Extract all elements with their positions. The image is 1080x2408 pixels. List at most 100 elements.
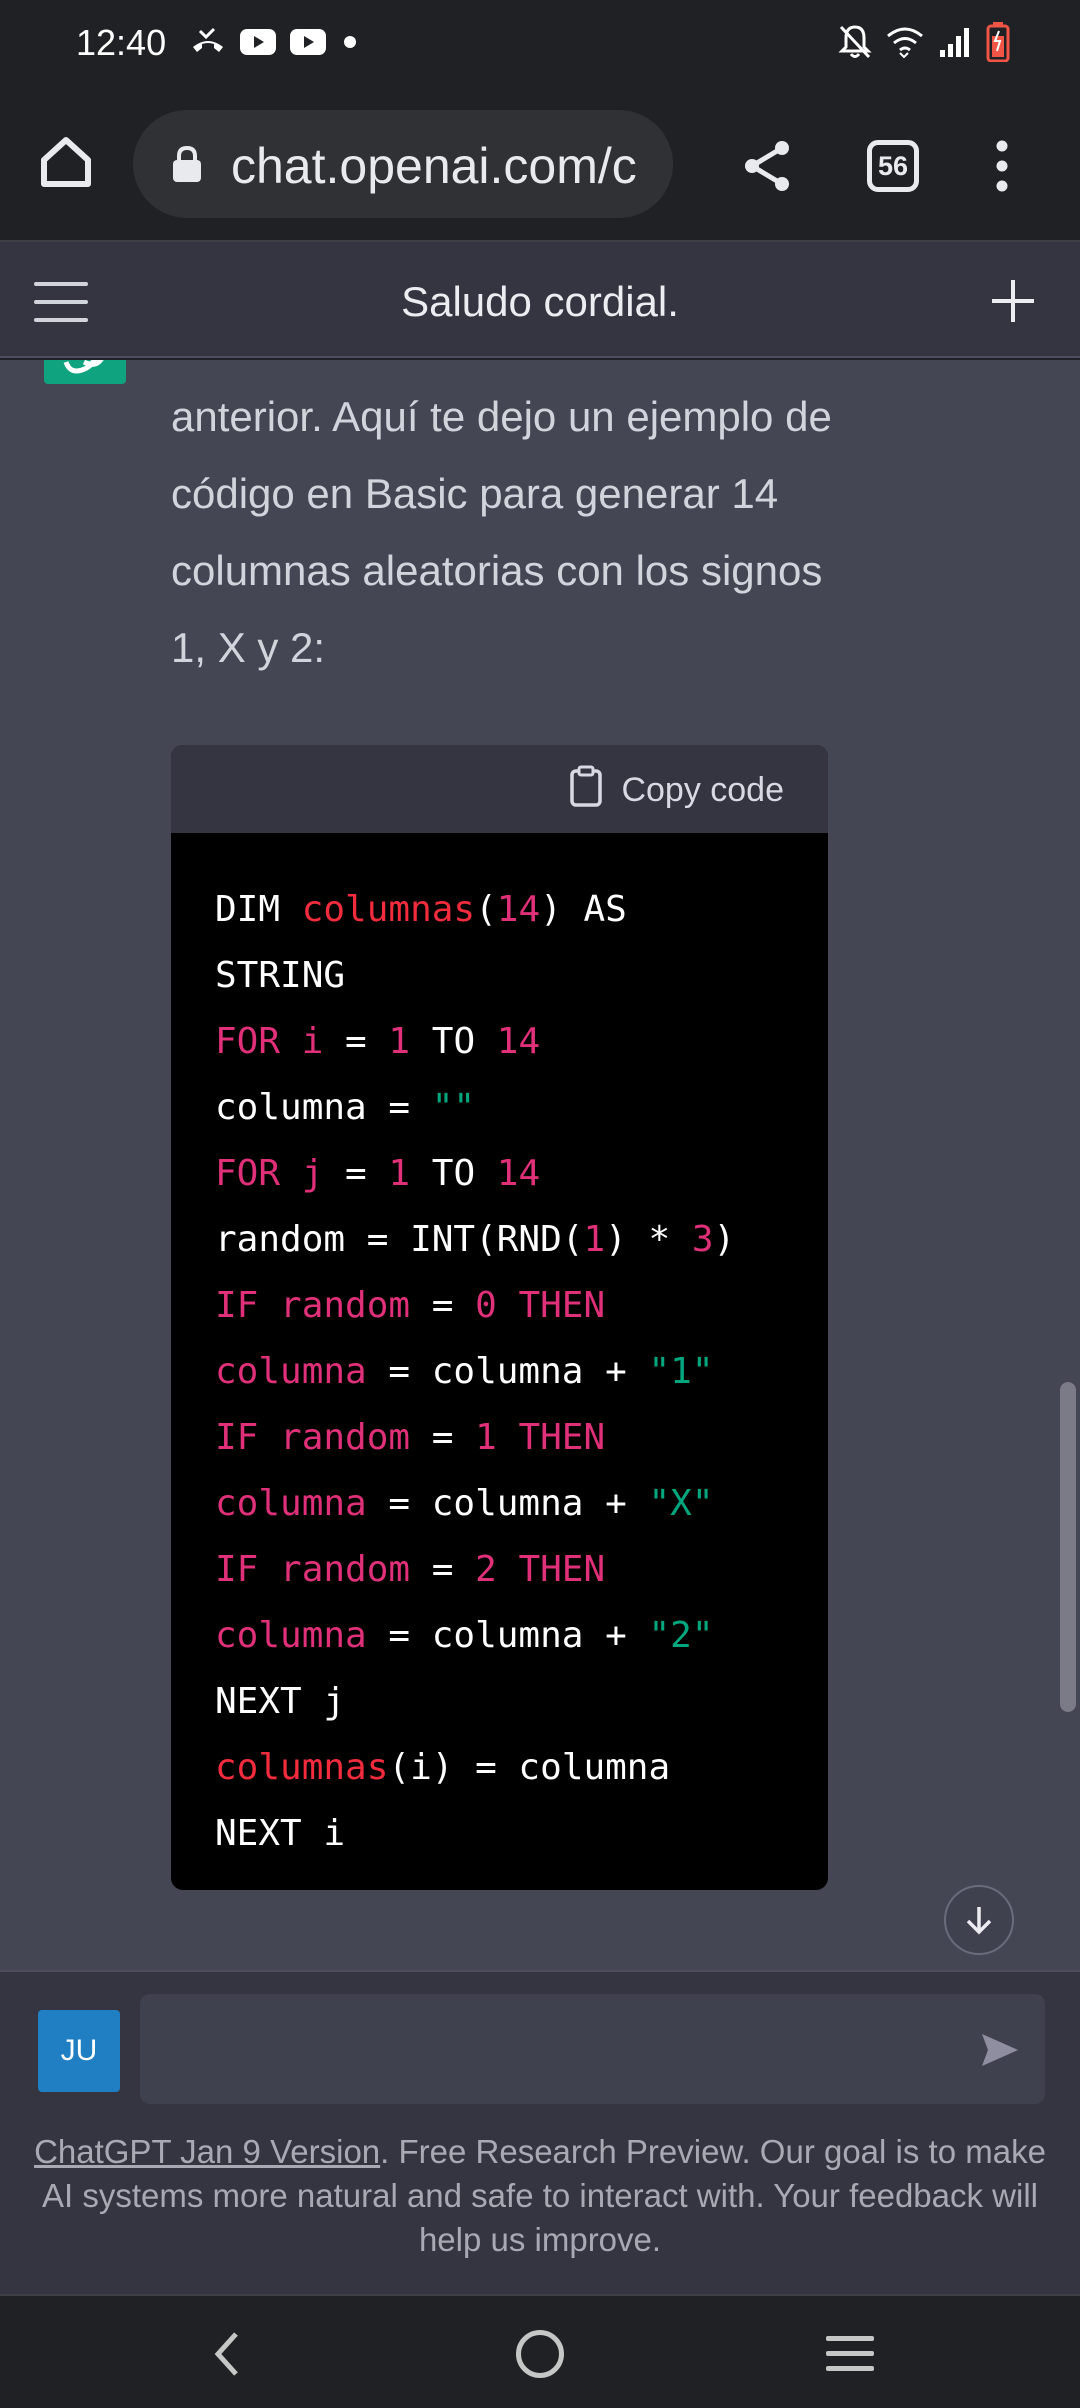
system-icons (838, 21, 1010, 67)
url-text: chat.openai.com/c (231, 138, 637, 194)
code-token: 14 (496, 889, 541, 930)
home-button-icon[interactable] (516, 2330, 564, 2378)
code-line: STRING (215, 943, 828, 1009)
code-line: columna = columna + "X" (215, 1471, 828, 1537)
tab-switcher-button[interactable]: 56 (867, 140, 919, 192)
mute-icon (838, 24, 872, 65)
code-line: NEXT i (215, 1801, 828, 1867)
lock-icon (171, 145, 203, 187)
code-line: DIM columnas(14) AS (215, 877, 828, 943)
code-token: IF random (215, 1285, 411, 1326)
scroll-to-bottom-button[interactable] (944, 1885, 1014, 1955)
code-content: DIM columnas(14) AS STRING FOR i = 1 TO 14… (171, 833, 828, 1867)
scrollbar[interactable] (1060, 1382, 1076, 1712)
code-token: 2 THEN (475, 1549, 606, 1590)
code-token: 1 (388, 1153, 411, 1194)
code-token: FOR j (215, 1153, 324, 1194)
code-token: 3 (691, 1219, 714, 1260)
code-line: NEXT j (215, 1669, 828, 1735)
prompt-box[interactable] (140, 1994, 1045, 2104)
send-icon[interactable] (978, 2028, 1022, 2072)
home-icon[interactable] (36, 132, 96, 192)
code-token: STRING (215, 955, 346, 996)
more-options-icon[interactable] (990, 138, 1014, 194)
code-line: columna = "" (215, 1075, 828, 1141)
code-token: 1 (583, 1219, 606, 1260)
code-token: TO (410, 1021, 497, 1062)
code-token: = columna + (366, 1615, 649, 1656)
code-block: Copy code DIM columnas(14) AS STRING FOR i… (171, 745, 828, 1890)
copy-code-label: Copy code (621, 771, 784, 809)
code-line: IF random = 1 THEN (215, 1405, 828, 1471)
code-token: ) (713, 1219, 736, 1260)
code-token: 14 (496, 1021, 541, 1062)
code-token: NEXT i (215, 1813, 346, 1854)
code-token: = (323, 1021, 389, 1062)
code-token: "X" (648, 1483, 714, 1524)
code-token: 1 THEN (475, 1417, 606, 1458)
code-token: "2" (648, 1615, 714, 1656)
code-line: IF random = 2 THEN (215, 1537, 828, 1603)
user-avatar: JU (38, 2010, 120, 2092)
back-icon[interactable] (208, 2330, 248, 2378)
message-list: anterior. Aquí te dejo un ejemplo de cód… (0, 360, 1080, 1970)
missed-call-icon (190, 27, 226, 62)
share-icon[interactable] (740, 138, 796, 194)
code-token: = (410, 1549, 476, 1590)
code-token: TO (410, 1153, 497, 1194)
code-token: ) AS (540, 889, 627, 930)
code-token: DIM (215, 889, 302, 930)
code-token: = (410, 1285, 476, 1326)
code-token: columna (215, 1351, 367, 1392)
code-token: columnas (215, 1747, 389, 1788)
status-bar: 12:40 (0, 0, 1080, 88)
code-line: IF random = 0 THEN (215, 1273, 828, 1339)
code-token: columnas (301, 889, 476, 930)
youtube-icon (290, 28, 326, 60)
code-token: = (410, 1417, 476, 1458)
dot-icon (340, 32, 360, 57)
signal-icon (938, 26, 972, 63)
code-header: Copy code (171, 745, 828, 833)
code-line: columna = columna + "2" (215, 1603, 828, 1669)
code-line: FOR i = 1 TO 14 (215, 1009, 828, 1075)
code-token: 14 (496, 1153, 541, 1194)
copy-code-button[interactable]: Copy code (569, 765, 784, 816)
code-line: columna = columna + "1" (215, 1339, 828, 1405)
code-token: 0 THEN (475, 1285, 606, 1326)
chatgpt-avatar-icon (44, 360, 126, 384)
code-token: "" (431, 1087, 476, 1128)
battery-icon (986, 21, 1010, 67)
code-token: IF random (215, 1549, 411, 1590)
code-token: FOR i (215, 1021, 324, 1062)
chat-title: Saludo cordial. (401, 278, 679, 325)
code-line: columnas(i) = columna (215, 1735, 828, 1801)
assistant-message: anterior. Aquí te dejo un ejemplo de cód… (171, 393, 832, 671)
code-line: FOR j = 1 TO 14 (215, 1141, 828, 1207)
prompt-input[interactable] (158, 2004, 958, 2094)
new-chat-icon[interactable] (990, 278, 1036, 324)
chat-header: Saludo cordial. (0, 242, 1080, 358)
code-token: = columna + (366, 1483, 649, 1524)
address-bar[interactable]: chat.openai.com/c (133, 110, 673, 218)
notification-icons (190, 24, 360, 64)
code-token: columna = (215, 1087, 432, 1128)
version-link[interactable]: ChatGPT Jan 9 Version (34, 2133, 380, 2170)
code-token: (i) = columna (388, 1747, 671, 1788)
youtube-icon (240, 28, 276, 60)
code-token: IF random (215, 1417, 411, 1458)
arrow-down-icon (966, 1907, 992, 1935)
code-token: columna (215, 1483, 367, 1524)
code-token: 1 (388, 1021, 411, 1062)
code-token: columna (215, 1615, 367, 1656)
disclaimer: ChatGPT Jan 9 Version. Free Research Pre… (20, 2130, 1060, 2262)
code-token: = (323, 1153, 389, 1194)
status-time: 12:40 (76, 22, 167, 63)
navigation-bar (0, 2294, 1080, 2408)
recent-apps-icon[interactable] (826, 2336, 874, 2372)
browser-toolbar: chat.openai.com/c 56 (0, 88, 1080, 242)
code-token: ) * (605, 1219, 692, 1260)
wifi-icon (886, 26, 924, 63)
code-token: random = INT(RND( (215, 1219, 584, 1260)
code-token: ( (475, 889, 497, 930)
